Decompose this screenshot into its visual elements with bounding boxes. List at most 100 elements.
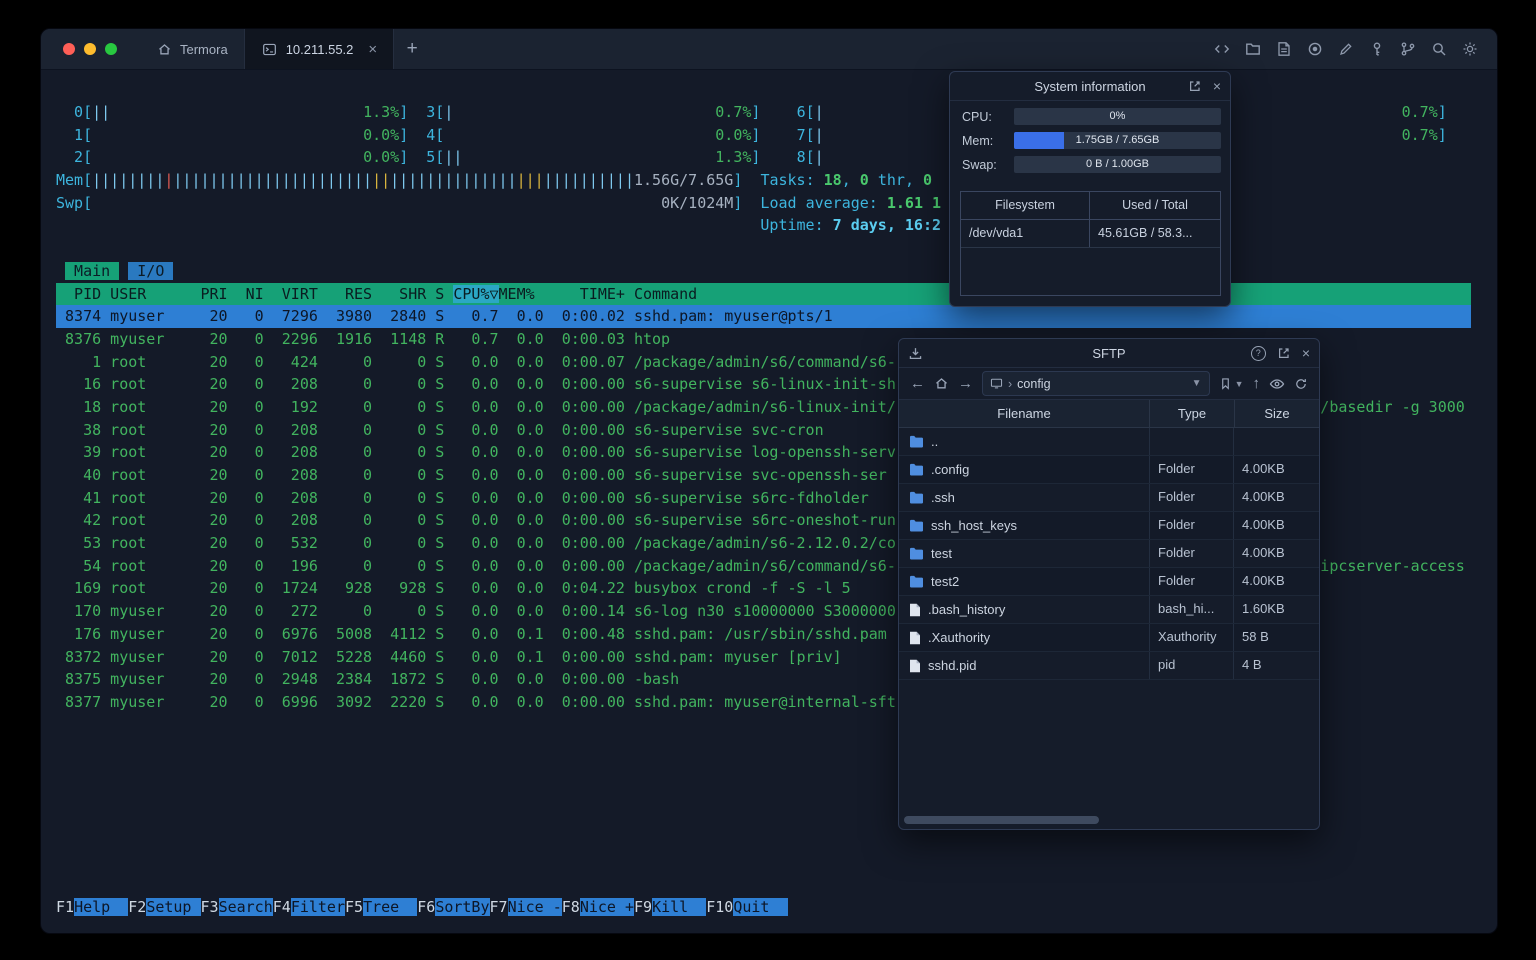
folder-icon: [909, 519, 924, 532]
open-in-window-icon[interactable]: [1277, 346, 1291, 360]
metric-value: 1.75GB / 7.65GB: [1075, 134, 1160, 146]
code-icon[interactable]: [1213, 40, 1231, 58]
open-in-window-icon[interactable]: [1188, 79, 1202, 93]
close-window-button[interactable]: [63, 43, 75, 55]
bookmark-icon[interactable]: [1219, 377, 1232, 390]
process-row[interactable]: 8374 myuser 20 0 7296 3980 2840 S 0.7 0.…: [56, 305, 1471, 328]
scrollbar-thumb[interactable]: [904, 816, 1099, 824]
zoom-window-button[interactable]: [105, 43, 117, 55]
meter-line: Swp[ 0K/1024M] Load average: 1.61 1: [56, 193, 942, 212]
metric-label: CPU:: [962, 109, 992, 124]
fn-key-label: F10: [706, 898, 734, 916]
file-name: .bash_history: [928, 602, 1006, 617]
fn-key-label: F9: [634, 898, 653, 916]
meter-line: 2[ 0.0%] 5[|| 1.3%] 8[|: [56, 148, 824, 167]
git-branch-icon[interactable]: [1399, 40, 1417, 58]
metric-row: Swap: 0 B / 1.00GB: [962, 156, 1221, 173]
computer-icon: [990, 377, 1003, 390]
edit-icon[interactable]: [1337, 40, 1355, 58]
fn-key-label: F5: [345, 898, 364, 916]
file-name: test: [931, 546, 952, 561]
settings-icon[interactable]: [1461, 40, 1479, 58]
fn-key-action[interactable]: Help: [74, 898, 129, 916]
file-type: bash_hi...: [1149, 596, 1233, 623]
file-name: test2: [931, 574, 960, 589]
meter-line: Uptime: 7 days, 16:2: [760, 216, 942, 235]
fn-key-action[interactable]: Tree: [363, 898, 418, 916]
file-icon: [909, 603, 921, 617]
show-hidden-eye-icon[interactable]: [1269, 376, 1285, 392]
system-info-panel: System information × CPU: 0% Mem: 1.75GB / …: [949, 71, 1231, 307]
folder-icon[interactable]: [1244, 40, 1262, 58]
htop-view-tabs[interactable]: Main I/O: [56, 260, 174, 283]
tab-termora[interactable]: Termora: [139, 29, 245, 69]
new-tab-button[interactable]: +: [394, 29, 430, 69]
horizontal-scrollbar[interactable]: [904, 816, 1314, 825]
file-type: [1149, 428, 1233, 455]
close-panel-icon[interactable]: ×: [1302, 346, 1310, 360]
search-icon[interactable]: [1430, 40, 1448, 58]
titlebar: Termora 10.211.55.2 × +: [41, 29, 1497, 70]
folder-icon: [909, 547, 924, 560]
filesystem-row[interactable]: /dev/vda1 45.61GB / 58.3...: [961, 220, 1220, 248]
file-list: .. .config Folder 4.00KB .ssh Folder 4.00KB ssh…: [899, 428, 1319, 680]
parent-directory-icon[interactable]: ↑: [1253, 376, 1261, 391]
fn-key-action[interactable]: Search: [218, 898, 273, 916]
meter-line: 1[ 0.0%] 4[ 0.0%] 7[| 0.7%]: [56, 125, 1447, 144]
record-icon[interactable]: [1306, 40, 1324, 58]
file-size: [1233, 428, 1319, 455]
refresh-icon[interactable]: [1294, 377, 1308, 391]
file-type: Xauthority: [1149, 624, 1233, 651]
metric-bar: 0 B / 1.00GB: [1014, 156, 1221, 173]
breadcrumb-separator: ›: [1008, 376, 1013, 391]
column-header-filename[interactable]: Filename: [899, 406, 1149, 421]
key-icon[interactable]: [1368, 40, 1386, 58]
sftp-toolbar: ← → › config ▼ ▼ ↑: [899, 368, 1319, 400]
file-type: Folder: [1149, 484, 1233, 511]
forward-icon[interactable]: →: [958, 376, 973, 391]
fn-key-action[interactable]: SortBy: [435, 898, 490, 916]
tab-ssh-session[interactable]: 10.211.55.2 ×: [244, 29, 395, 69]
htop-main-io-tabs[interactable]: Main I/O: [56, 260, 174, 283]
file-row[interactable]: .Xauthority Xauthority 58 B: [899, 624, 1319, 652]
process-table-header[interactable]: PID USER PRI NI VIRT RES SHR S CPU%▽MEM%…: [56, 282, 1471, 306]
fn-key-label: F6: [417, 898, 436, 916]
metric-value: 0%: [1109, 110, 1126, 122]
minimize-window-button[interactable]: [84, 43, 96, 55]
file-row[interactable]: test Folder 4.00KB: [899, 540, 1319, 568]
column-header-size[interactable]: Size: [1234, 400, 1319, 427]
path-breadcrumb[interactable]: › config ▼: [982, 371, 1210, 396]
file-icon: [909, 631, 921, 645]
fn-key-action[interactable]: Filter: [290, 898, 345, 916]
fn-key-label: F8: [561, 898, 580, 916]
fn-key-action[interactable]: Quit: [733, 898, 788, 916]
file-type: Folder: [1149, 568, 1233, 595]
home-icon: [155, 40, 173, 58]
close-panel-icon[interactable]: ×: [1213, 79, 1221, 93]
panel-title: SFTP: [1092, 345, 1126, 361]
home-icon[interactable]: [934, 376, 949, 391]
file-table-header[interactable]: Filename Type Size: [899, 400, 1319, 428]
fn-key-action[interactable]: Nice -: [507, 898, 562, 916]
htop-meters: 0[|| 1.3%] 3[| 0.7%] 6[| 0.7%] 1[ 0.0%] …: [56, 101, 1447, 237]
column-header-type[interactable]: Type: [1149, 400, 1234, 427]
help-icon[interactable]: ?: [1250, 345, 1266, 361]
file-name: .Xauthority: [928, 630, 991, 645]
file-row[interactable]: .config Folder 4.00KB: [899, 456, 1319, 484]
file-row[interactable]: sshd.pid pid 4 B: [899, 652, 1319, 680]
close-tab-icon[interactable]: ×: [368, 42, 377, 57]
bookmark-dropdown-icon[interactable]: ▼: [1235, 379, 1244, 389]
fn-key-action[interactable]: Kill: [652, 898, 707, 916]
file-row[interactable]: test2 Folder 4.00KB: [899, 568, 1319, 596]
session-log-icon[interactable]: [1275, 40, 1293, 58]
file-row[interactable]: .bash_history bash_hi... 1.60KB: [899, 596, 1319, 624]
file-row[interactable]: ssh_host_keys Folder 4.00KB: [899, 512, 1319, 540]
fn-key-action[interactable]: Setup: [146, 898, 201, 916]
file-row[interactable]: ..: [899, 428, 1319, 456]
file-row[interactable]: .ssh Folder 4.00KB: [899, 484, 1319, 512]
fn-key-action[interactable]: Nice +: [579, 898, 634, 916]
back-icon[interactable]: ←: [910, 376, 925, 391]
download-icon[interactable]: [908, 339, 923, 367]
metric-bar: 1.75GB / 7.65GB: [1014, 132, 1221, 149]
file-size: 4.00KB: [1233, 540, 1319, 567]
